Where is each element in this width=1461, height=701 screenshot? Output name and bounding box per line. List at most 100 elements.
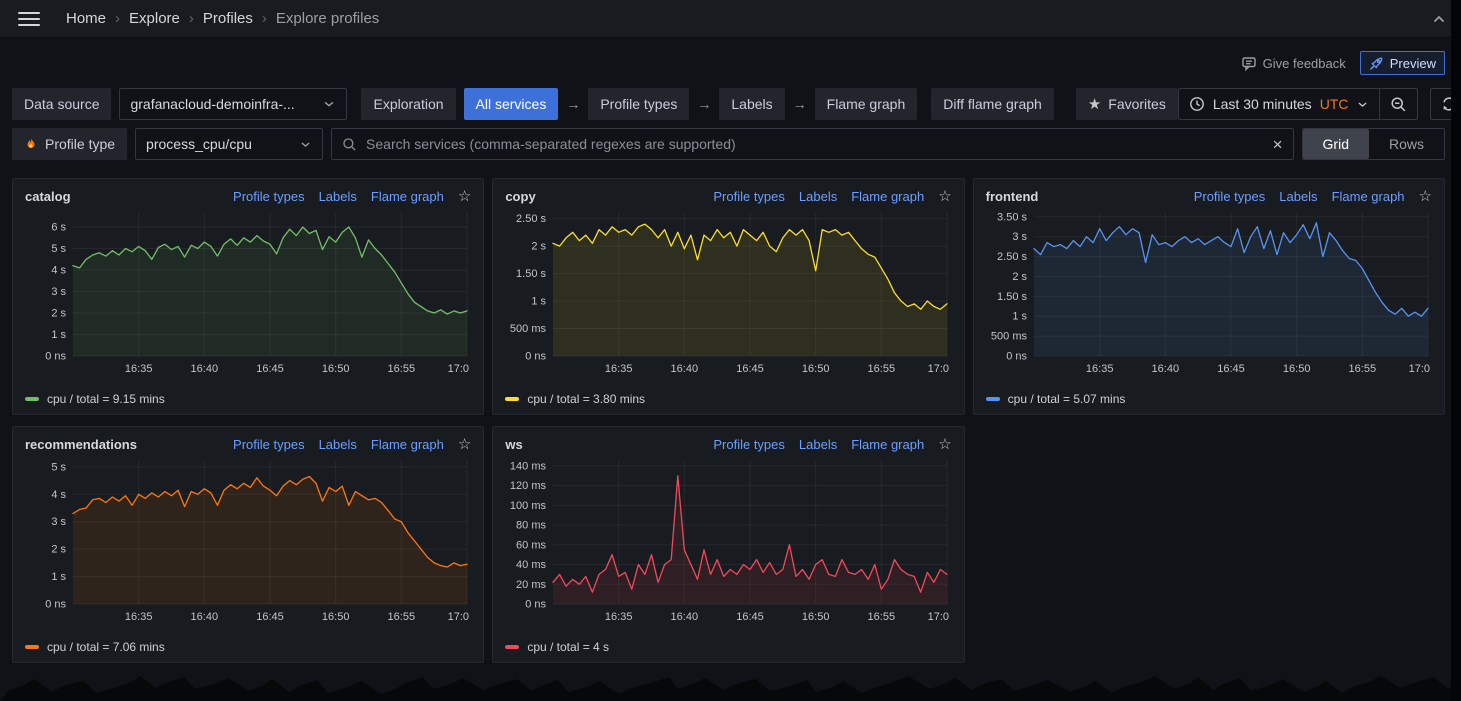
legend-label: cpu / total = 5.07 mins [1008, 392, 1126, 406]
favorite-star-icon[interactable]: ☆ [458, 189, 471, 204]
service-panel: ws Profile types Labels Flame graph ☆ 0 … [492, 426, 964, 663]
page-content: Give feedback Preview Data source grafan… [0, 38, 1461, 663]
chevron-down-icon [1356, 98, 1369, 111]
panel-actions: Profile types Labels Flame graph ☆ [233, 189, 471, 204]
legend-label: cpu / total = 9.15 mins [47, 392, 165, 406]
timeseries-chart[interactable]: 0 ns20 ms40 ms60 ms80 ms100 ms120 ms140 … [503, 454, 953, 639]
layout-rows-option[interactable]: Rows [1369, 129, 1444, 159]
svg-text:1.50 s: 1.50 s [997, 291, 1027, 303]
favorite-star-icon[interactable]: ☆ [938, 437, 951, 452]
timeseries-chart[interactable]: 0 ns500 ms1 s1.50 s2 s2.50 s3 s3.50 s16:… [984, 206, 1434, 391]
service-panel: recommendations Profile types Labels Fla… [12, 426, 484, 663]
legend-label: cpu / total = 3.80 mins [527, 392, 645, 406]
svg-text:1 s: 1 s [532, 296, 547, 308]
svg-text:16:35: 16:35 [125, 611, 153, 623]
timeseries-chart[interactable]: 0 ns1 s2 s3 s4 s5 s6 s16:3516:4016:4516:… [23, 206, 473, 391]
profile-type-select[interactable]: process_cpu/cpu [135, 128, 323, 160]
timeseries-chart[interactable]: 0 ns1 s2 s3 s4 s5 s16:3516:4016:4516:501… [23, 454, 473, 639]
panel-link-flame-graph[interactable]: Flame graph [851, 437, 924, 452]
panel-link-labels[interactable]: Labels [319, 437, 357, 452]
search-icon [342, 137, 357, 152]
breadcrumb-profiles[interactable]: Profiles [203, 10, 253, 27]
menu-icon[interactable] [18, 12, 40, 26]
svg-text:1 s: 1 s [51, 329, 66, 341]
step-labels-button[interactable]: Labels [719, 88, 784, 120]
panel-link-flame-graph[interactable]: Flame graph [371, 437, 444, 452]
panels-grid: catalog Profile types Labels Flame graph… [12, 178, 1445, 663]
give-feedback-button[interactable]: Give feedback [1241, 55, 1346, 71]
panel-link-profile-types[interactable]: Profile types [233, 437, 305, 452]
scrollbar-track[interactable] [1451, 0, 1461, 701]
svg-text:40 ms: 40 ms [516, 559, 546, 571]
breadcrumb-explore[interactable]: Explore [129, 10, 180, 27]
svg-text:3 s: 3 s [1012, 231, 1027, 243]
service-panel: frontend Profile types Labels Flame grap… [973, 178, 1445, 415]
time-picker-group: Last 30 minutes UTC [1178, 88, 1419, 120]
panel-link-profile-types[interactable]: Profile types [713, 437, 785, 452]
svg-text:0 ns: 0 ns [526, 351, 547, 363]
panel-link-profile-types[interactable]: Profile types [233, 189, 305, 204]
search-services-input[interactable]: Search services (comma-separated regexes… [331, 128, 1293, 160]
zoom-out-time-button[interactable] [1379, 89, 1417, 119]
time-range-picker[interactable]: Last 30 minutes UTC [1179, 89, 1380, 119]
panel-link-flame-graph[interactable]: Flame graph [1332, 189, 1405, 204]
panel-actions: Profile types Labels Flame graph ☆ [713, 437, 951, 452]
svg-text:2 s: 2 s [1012, 271, 1027, 283]
svg-text:16:40: 16:40 [671, 363, 699, 375]
star-filled-icon: ★ [1088, 97, 1101, 112]
collapse-nav-chevron-up-icon[interactable] [1431, 11, 1447, 27]
panel-link-labels[interactable]: Labels [799, 437, 837, 452]
legend-swatch [505, 397, 519, 401]
svg-text:16:35: 16:35 [1086, 363, 1114, 375]
data-source-select[interactable]: grafanacloud-demoinfra-... [119, 88, 347, 120]
chevron-right-icon: › [262, 10, 267, 27]
filter-row: Profile type process_cpu/cpu Search serv… [12, 128, 1445, 160]
svg-text:16:55: 16:55 [388, 611, 416, 623]
svg-text:3.50 s: 3.50 s [997, 211, 1027, 223]
favorite-star-icon[interactable]: ☆ [938, 189, 951, 204]
chevron-right-icon: › [115, 10, 120, 27]
panel-title: recommendations [25, 437, 137, 452]
panel-link-profile-types[interactable]: Profile types [1194, 189, 1266, 204]
favorite-star-icon[interactable]: ☆ [458, 437, 471, 452]
breadcrumb-current: Explore profiles [276, 10, 379, 27]
favorite-star-icon[interactable]: ☆ [1419, 189, 1432, 204]
exploration-button[interactable]: Exploration [361, 88, 455, 120]
breadcrumb: Home › Explore › Profiles › Explore prof… [66, 10, 379, 27]
svg-text:1 s: 1 s [51, 571, 66, 583]
panel-link-flame-graph[interactable]: Flame graph [371, 189, 444, 204]
panel-link-labels[interactable]: Labels [1279, 189, 1317, 204]
svg-text:17:0: 17:0 [1408, 363, 1429, 375]
svg-text:16:55: 16:55 [868, 363, 896, 375]
breadcrumb-home[interactable]: Home [66, 10, 106, 27]
data-source-value: grafanacloud-demoinfra-... [130, 96, 294, 112]
panel-link-flame-graph[interactable]: Flame graph [851, 189, 924, 204]
legend-item[interactable]: cpu / total = 5.07 mins [984, 391, 1434, 408]
layout-grid-option[interactable]: Grid [1303, 129, 1369, 159]
svg-text:0 ns: 0 ns [45, 599, 66, 611]
panel-link-profile-types[interactable]: Profile types [713, 189, 785, 204]
panel-link-labels[interactable]: Labels [319, 189, 357, 204]
diff-flame-graph-button[interactable]: Diff flame graph [931, 88, 1054, 120]
svg-text:16:50: 16:50 [802, 611, 830, 623]
rocket-icon [1369, 56, 1384, 71]
data-source-label: Data source [12, 88, 111, 120]
svg-text:16:40: 16:40 [191, 363, 219, 375]
step-flame-graph-button[interactable]: Flame graph [815, 88, 918, 120]
panel-link-labels[interactable]: Labels [799, 189, 837, 204]
step-all-services-button[interactable]: All services [464, 88, 559, 120]
legend-item[interactable]: cpu / total = 9.15 mins [23, 391, 473, 408]
panel-header: catalog Profile types Labels Flame graph… [23, 185, 473, 206]
legend-item[interactable]: cpu / total = 4 s [503, 639, 953, 656]
svg-text:16:40: 16:40 [671, 611, 699, 623]
favorites-button[interactable]: ★ Favorites [1076, 88, 1178, 120]
clear-search-icon[interactable]: × [1273, 136, 1283, 153]
legend-item[interactable]: cpu / total = 3.80 mins [503, 391, 953, 408]
panel-actions: Profile types Labels Flame graph ☆ [233, 437, 471, 452]
legend-item[interactable]: cpu / total = 7.06 mins [23, 639, 473, 656]
preview-button[interactable]: Preview [1360, 51, 1445, 75]
svg-text:17:0: 17:0 [448, 611, 469, 623]
timeseries-chart[interactable]: 0 ns500 ms1 s1.50 s2 s2.50 s16:3516:4016… [503, 206, 953, 391]
step-profile-types-button[interactable]: Profile types [588, 88, 689, 120]
svg-text:500 ms: 500 ms [991, 331, 1028, 343]
